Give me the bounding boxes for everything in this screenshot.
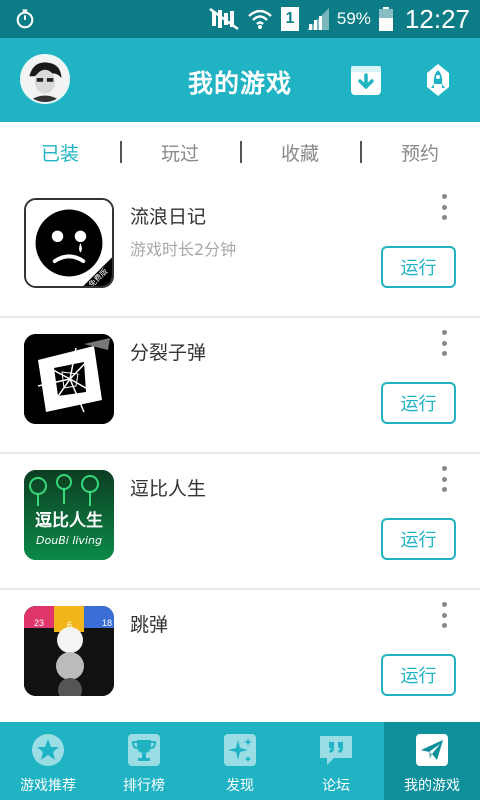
more-options-icon[interactable] xyxy=(438,330,450,356)
icon-en-text: DouBi living xyxy=(36,534,102,547)
nav-label: 游戏推荐 xyxy=(20,778,76,794)
trophy-icon xyxy=(128,734,160,766)
download-box-icon[interactable] xyxy=(348,62,384,98)
app-header: 我的游戏 xyxy=(0,38,480,122)
bottom-navigation: 游戏推荐 排行榜 发现 论坛 我的游戏 xyxy=(0,722,480,800)
game-row-doubi-life[interactable]: 逗比人生 DouBi living 逗比人生 运行 xyxy=(0,454,480,590)
status-bar: 1 59% 12:27 xyxy=(0,0,480,38)
doubi-living-logo-icon: 逗比人生 DouBi living xyxy=(24,470,114,560)
game-row-bounce[interactable]: 23 6 18 跳弹 运行 xyxy=(0,590,480,726)
star-icon xyxy=(32,734,64,766)
nav-game-recommend[interactable]: 游戏推荐 xyxy=(0,722,96,800)
battery-percent: 59% xyxy=(336,9,371,28)
game-icon-bounce[interactable]: 23 6 18 xyxy=(24,606,114,696)
tab-favorites[interactable]: 收藏 xyxy=(240,139,360,166)
clock-time: 12:27 xyxy=(404,3,470,34)
wifi-icon xyxy=(248,9,272,29)
sim-slot-badge: 1 xyxy=(280,7,299,31)
quote-chat-icon xyxy=(320,736,352,765)
category-tabs: 已装 玩过 收藏 预约 xyxy=(0,122,480,182)
game-icon-doubi-life[interactable]: 逗比人生 DouBi living xyxy=(24,470,114,560)
game-icon-wandering-diary[interactable]: 免费版 xyxy=(24,198,114,288)
more-options-icon[interactable] xyxy=(438,194,450,220)
nav-leaderboard[interactable]: 排行榜 xyxy=(96,722,192,800)
rocket-icon[interactable] xyxy=(420,62,456,98)
nav-discover[interactable]: 发现 xyxy=(192,722,288,800)
run-button[interactable]: 运行 xyxy=(381,654,456,696)
tab-reserved[interactable]: 预约 xyxy=(360,139,480,166)
page-title: 我的游戏 xyxy=(187,69,292,98)
nav-my-games[interactable]: 我的游戏 xyxy=(384,722,480,800)
run-button[interactable]: 运行 xyxy=(381,382,456,424)
game-name: 跳弹 xyxy=(130,614,169,636)
game-play-time: 游戏时长2分钟 xyxy=(130,240,237,259)
tab-installed[interactable]: 已装 xyxy=(0,139,120,166)
game-name: 流浪日记 xyxy=(130,206,207,228)
paper-plane-icon xyxy=(416,734,448,766)
game-name: 逗比人生 xyxy=(130,478,207,500)
more-options-icon[interactable] xyxy=(438,466,450,492)
game-name: 分裂子弹 xyxy=(130,342,207,364)
run-button[interactable]: 运行 xyxy=(381,246,456,288)
icon-cn-text: 逗比人生 xyxy=(35,510,103,531)
game-row-wandering-diary[interactable]: 免费版 流浪日记 游戏时长2分钟 运行 xyxy=(0,182,480,318)
nav-label: 发现 xyxy=(226,778,254,794)
nav-forum[interactable]: 论坛 xyxy=(288,722,384,800)
bouncing-balls-icon: 23 6 18 xyxy=(24,606,114,696)
mute-icon xyxy=(209,8,239,30)
nav-label: 论坛 xyxy=(322,778,350,794)
game-list: 免费版 流浪日记 游戏时长2分钟 运行 分裂子弹 运行 逗比人生 DouBi l… xyxy=(0,182,480,726)
battery-icon xyxy=(378,7,393,31)
crying-face-icon: 免费版 xyxy=(26,200,112,286)
game-row-split-bullet[interactable]: 分裂子弹 运行 xyxy=(0,318,480,454)
icon-number: 18 xyxy=(102,618,112,628)
sparkle-icon xyxy=(224,734,256,766)
run-button[interactable]: 运行 xyxy=(381,518,456,560)
nav-label: 排行榜 xyxy=(123,778,165,794)
icon-number: 23 xyxy=(34,618,44,628)
tab-played[interactable]: 玩过 xyxy=(120,139,240,166)
game-icon-split-bullet[interactable] xyxy=(24,334,114,424)
stopwatch-icon xyxy=(16,9,34,29)
more-options-icon[interactable] xyxy=(438,602,450,628)
status-indicators: 1 59% 12:27 xyxy=(209,0,470,38)
shattered-glass-icon xyxy=(24,334,114,424)
signal-icon xyxy=(306,8,329,30)
nav-label: 我的游戏 xyxy=(404,778,460,794)
